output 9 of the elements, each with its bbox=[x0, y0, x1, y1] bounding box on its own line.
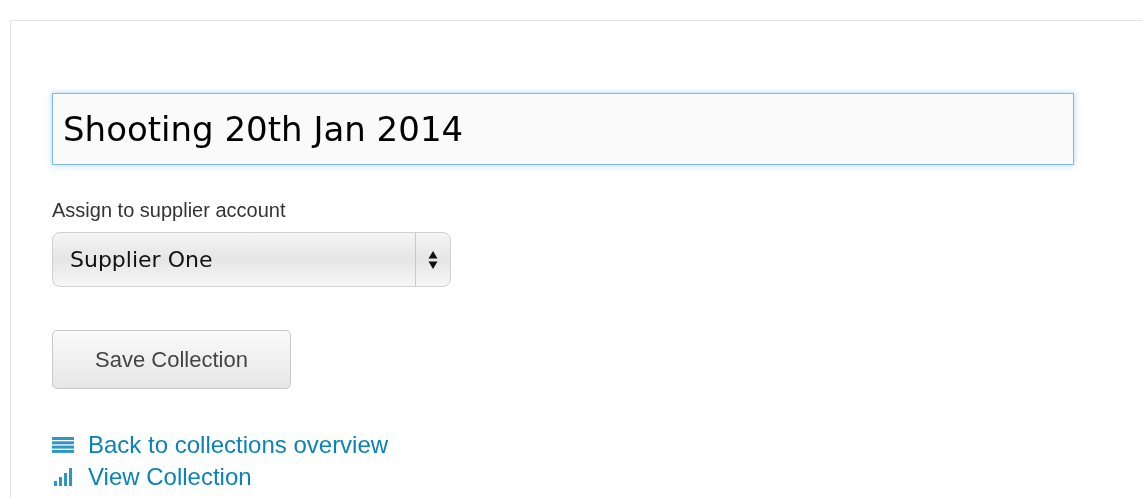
bar-chart-icon bbox=[52, 468, 74, 486]
link[interactable]: Back to collections overview bbox=[88, 431, 389, 459]
supplier-label: Assign to supplier account bbox=[52, 199, 287, 222]
save-button[interactable]: Save Collection bbox=[52, 330, 291, 389]
title-input-field[interactable]: Shooting 20th Jan 2014 bbox=[52, 93, 1074, 165]
supplier-select[interactable]: Supplier One bbox=[52, 232, 451, 287]
list-icon bbox=[52, 437, 74, 453]
up-down-arrows-icon bbox=[428, 249, 438, 270]
link[interactable]: View Collection bbox=[88, 463, 252, 491]
